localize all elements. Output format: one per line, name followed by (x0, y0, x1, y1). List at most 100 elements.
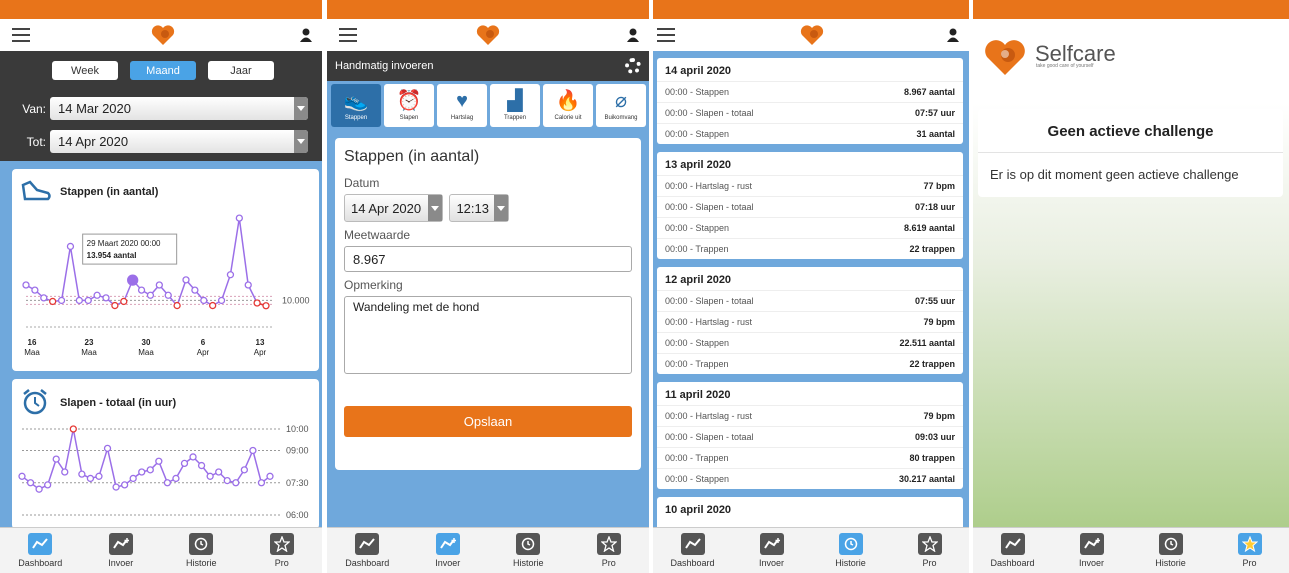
steps-data-point (226, 271, 235, 279)
menu-icon[interactable] (339, 28, 357, 42)
history-entry[interactable]: 00:00 - Trappen 80 trappen (657, 447, 963, 468)
nav-pro[interactable]: Pro (890, 528, 969, 573)
brand-header: Selfcare take good care of yourself (973, 19, 1289, 95)
history-entry[interactable]: 00:00 - Hartslag - rust 77 bpm (657, 175, 963, 196)
meetwaarde-input[interactable]: 8.967 (344, 246, 632, 272)
entry-value: 09:03 uur (914, 432, 955, 442)
challenge-card: Geen actieve challenge Er is op dit mome… (978, 109, 1283, 197)
user-icon[interactable] (947, 28, 959, 42)
tab-trappen[interactable]: ▟ Trappen (490, 84, 540, 127)
tab-hartslag[interactable]: ♥ Hartslag (437, 84, 487, 127)
nav-pro[interactable]: Pro (242, 528, 323, 573)
history-entry[interactable]: 00:00 - Stappen 22.511 aantal (657, 332, 963, 353)
steps-chart-card[interactable]: Stappen (in aantal) 10.000 29 Maart 2020 … (12, 169, 319, 371)
steps-data-point (200, 296, 208, 305)
history-entry[interactable]: 00:00 - Slapen - totaal 07:57 uur (657, 102, 963, 123)
steps-data-point (146, 291, 155, 299)
nav-label: Pro (922, 558, 937, 568)
sleep-data-point (129, 474, 137, 483)
tot-date-select[interactable]: 14 Apr 2020 (50, 130, 308, 153)
van-date-value: 14 Mar 2020 (58, 101, 131, 116)
sleep-data-point (61, 468, 69, 476)
history-entry[interactable]: 00:00 - Slapen - totaal 09:03 uur (657, 426, 963, 447)
nav-dashboard[interactable]: Dashboard (653, 528, 732, 573)
flame-icon: 🔥 (555, 90, 581, 112)
x-tick-label: Apr (197, 348, 210, 357)
stairs-icon: ▟ (507, 90, 523, 112)
steps-data-point (209, 301, 217, 310)
tab-stappen[interactable]: 👟 Stappen (331, 84, 381, 127)
dashboard-icon (1000, 533, 1025, 555)
entry-form: Stappen (in aantal) Datum 14 Apr 2020 12… (335, 138, 641, 470)
y-tick-label: 06:00 (286, 510, 309, 520)
tab-slapen[interactable]: ⏰ Slapen (384, 84, 434, 127)
sleep-chart-card[interactable]: Slapen - totaal (in uur) 10:00 09:00 07:30… (12, 379, 319, 529)
y-tick-label: 10:00 (286, 424, 309, 434)
invoer-icon (435, 533, 460, 555)
bottom-nav: Dashboard Invoer Historie Pro (0, 527, 322, 573)
tab-buikomvang[interactable]: ⌀ Buikomvang (596, 84, 646, 127)
gear-icon[interactable] (625, 58, 641, 74)
nav-invoer[interactable]: Invoer (1052, 528, 1131, 573)
nav-historie[interactable]: Historie (1131, 528, 1210, 573)
historie-icon (838, 533, 863, 555)
tab-calorie-uit[interactable]: 🔥 Calorie uit (543, 84, 593, 127)
menu-icon[interactable] (12, 28, 30, 42)
sleep-data-point (146, 466, 154, 474)
tooltip-date: 29 Maart 2020 00:00 (87, 239, 161, 248)
sleep-data-point (44, 481, 52, 489)
user-icon[interactable] (300, 28, 312, 42)
period-week-button[interactable]: Week (52, 61, 118, 80)
history-entry[interactable]: 00:00 - Stappen 8.619 aantal (657, 217, 963, 238)
entry-label: 00:00 - Stappen (665, 87, 730, 97)
history-entry[interactable]: 00:00 - Slapen - totaal 07:18 uur (657, 196, 963, 217)
date-select[interactable]: 14 Apr 2020 (344, 194, 443, 222)
sleep-data-point (69, 425, 77, 433)
nav-pro[interactable]: Pro (1210, 528, 1289, 573)
nav-label: Pro (1242, 558, 1257, 568)
history-day-date: 11 april 2020 (665, 389, 731, 401)
time-select[interactable]: 12:13 (449, 194, 510, 222)
steps-data-point (235, 214, 243, 222)
nav-dashboard[interactable]: Dashboard (0, 528, 81, 573)
opmerking-textarea[interactable]: Wandeling met de hond (344, 296, 632, 374)
sleep-data-point (197, 461, 206, 470)
entry-label: 00:00 - Hartslag - rust (665, 411, 753, 421)
history-entry[interactable]: 00:00 - Hartslag - rust 79 bpm (657, 405, 963, 426)
history-entry[interactable]: 00:00 - Stappen 31 aantal (657, 123, 963, 144)
user-icon[interactable] (627, 28, 639, 42)
date-value: 14 Apr 2020 (351, 201, 422, 216)
history-entry[interactable]: 00:00 - Trappen 22 trappen (657, 238, 963, 259)
nav-historie[interactable]: Historie (488, 528, 569, 573)
tot-label: Tot: (26, 134, 46, 149)
nav-pro[interactable]: Pro (569, 528, 650, 573)
history-entry[interactable]: 00:00 - Hartslag - rust 79 bpm (657, 311, 963, 332)
x-tick-label: 23 (85, 338, 94, 347)
nav-historie[interactable]: Historie (811, 528, 890, 573)
save-button[interactable]: Opslaan (344, 406, 632, 437)
entry-label: 00:00 - Slapen - totaal (665, 108, 754, 118)
history-entry[interactable]: 00:00 - Stappen 30.217 aantal (657, 468, 963, 489)
nav-dashboard[interactable]: Dashboard (973, 528, 1052, 573)
nav-dashboard[interactable]: Dashboard (327, 528, 408, 573)
van-date-select[interactable]: 14 Mar 2020 (50, 97, 308, 120)
menu-icon[interactable] (657, 28, 675, 42)
nav-invoer[interactable]: Invoer (408, 528, 489, 573)
period-year-button[interactable]: Jaar (208, 61, 274, 80)
nav-label: Historie (1155, 558, 1186, 568)
history-entry[interactable]: 00:00 - Trappen 22 trappen (657, 353, 963, 374)
nav-invoer[interactable]: Invoer (81, 528, 162, 573)
entry-value: 79 bpm (923, 411, 955, 421)
dashboard-screen: Week Maand Jaar Van: 14 Mar 2020 Tot: 14… (0, 0, 322, 573)
nav-invoer[interactable]: Invoer (732, 528, 811, 573)
shoe-icon (21, 180, 51, 201)
time-value: 12:13 (456, 201, 489, 216)
tape-measure-icon: ⌀ (614, 90, 628, 112)
top-bar (653, 19, 969, 51)
history-entry[interactable]: 00:00 - Slapen - totaal 07:55 uur (657, 290, 963, 311)
invoer-icon (1079, 533, 1104, 555)
nav-historie[interactable]: Historie (161, 528, 242, 573)
sleep-data-point (138, 468, 146, 476)
history-entry[interactable]: 00:00 - Stappen 8.967 aantal (657, 81, 963, 102)
period-month-button[interactable]: Maand (130, 61, 196, 80)
